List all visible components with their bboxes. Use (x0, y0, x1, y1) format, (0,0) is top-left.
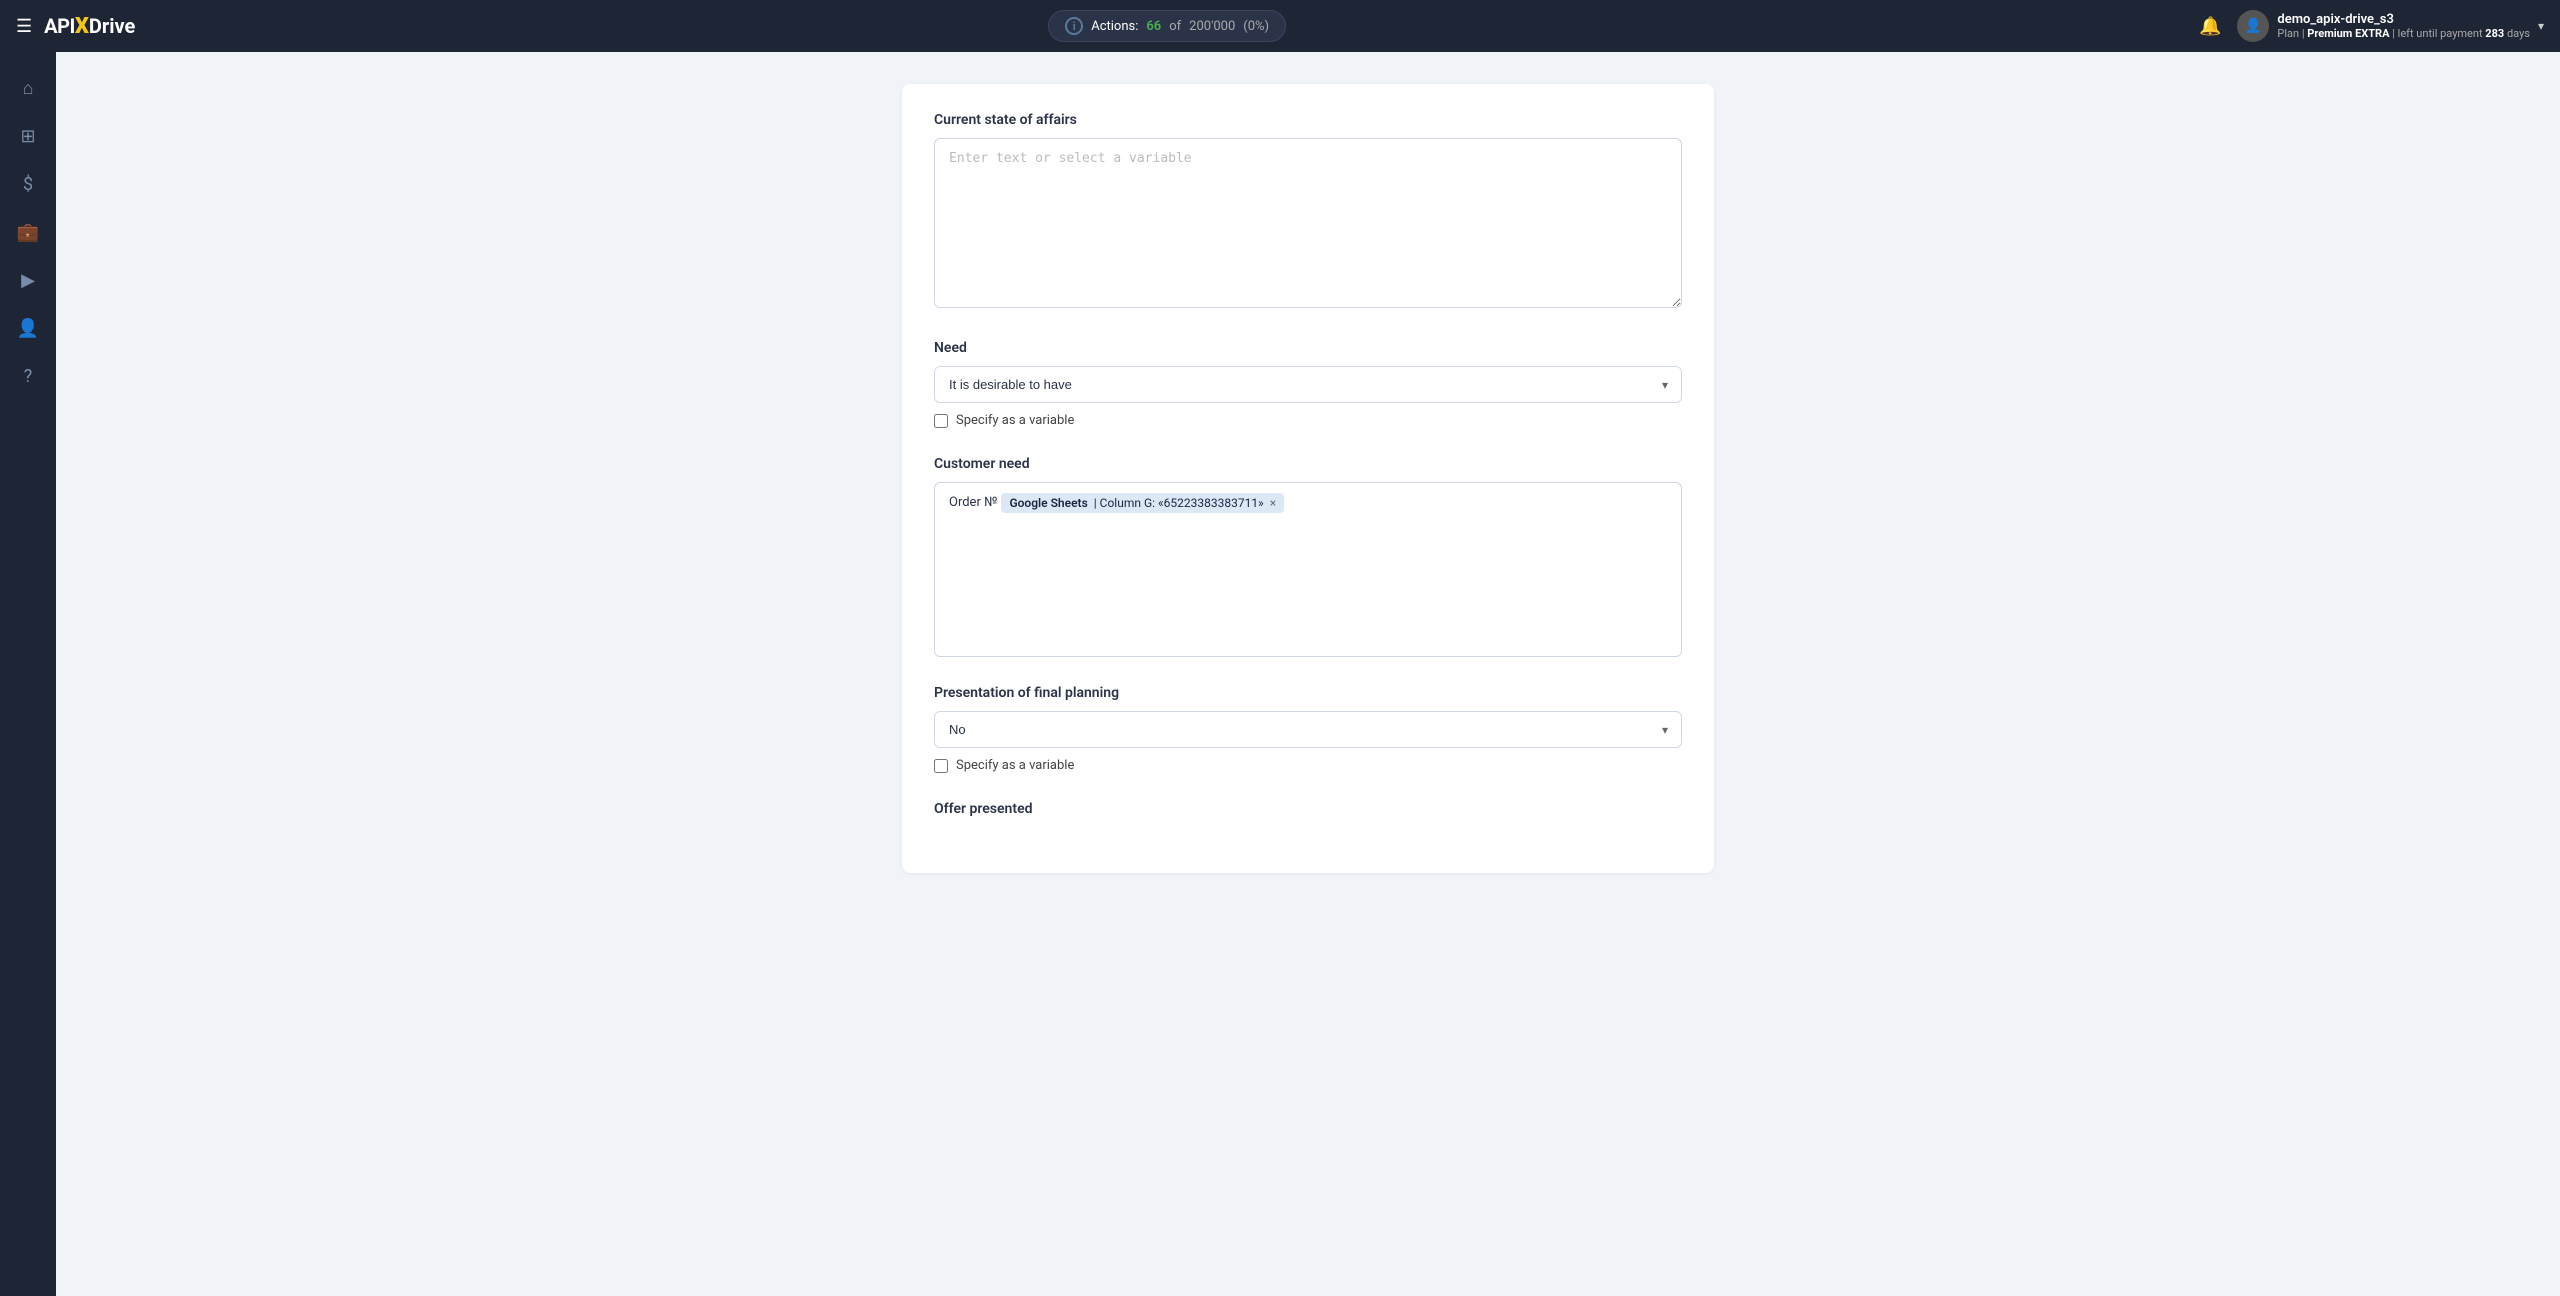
current-state-input[interactable] (934, 138, 1682, 308)
topbar-center: i Actions: 66 of 200'000 (0%) (151, 10, 2183, 42)
need-label: Need (934, 340, 1682, 356)
customer-need-label: Customer need (934, 456, 1682, 472)
need-section: Need It is desirable to have ▾ Specify a… (934, 340, 1682, 428)
offer-presented-section: Offer presented (934, 801, 1682, 817)
user-name: demo_apix-drive_s3 (2277, 12, 2530, 27)
page-content: Current state of affairs Need It is desi… (878, 52, 1738, 905)
actions-total: 200'000 (1189, 19, 1235, 34)
need-specify-checkbox[interactable] (934, 414, 948, 428)
presentation-select-wrapper: No ▾ (934, 711, 1682, 748)
offer-presented-label: Offer presented (934, 801, 1682, 817)
main-layout: ⌂ ⊞ $ 💼 ▶ 👤 ? Current state of affairs N… (0, 52, 2560, 1296)
form-panel: Current state of affairs Need It is desi… (902, 84, 1714, 873)
sidebar-item-profile[interactable]: 👤 (8, 308, 48, 348)
sidebar: ⌂ ⊞ $ 💼 ▶ 👤 ? (0, 52, 56, 1296)
tag-service-name: Google Sheets (1009, 496, 1087, 510)
logo-drive: Drive (89, 14, 135, 38)
current-state-section: Current state of affairs (934, 112, 1682, 312)
sidebar-item-home[interactable]: ⌂ (8, 68, 48, 108)
actions-label: Actions: (1091, 19, 1138, 34)
chevron-down-icon: ▾ (2538, 19, 2544, 33)
presentation-specify-label[interactable]: Specify as a variable (956, 758, 1074, 773)
user-plan: Plan | Premium EXTRA | left until paymen… (2277, 27, 2530, 40)
topbar-left: ☰ API X Drive (16, 14, 135, 39)
order-prefix-text: Order № (949, 493, 997, 513)
google-sheets-tag: Google Sheets | Column G: «6522338338371… (1001, 493, 1284, 513)
avatar: 👤 (2237, 10, 2269, 42)
sidebar-item-help[interactable]: ? (8, 356, 48, 396)
actions-count: 66 (1146, 19, 1161, 34)
customer-need-section: Customer need Order № Google Sheets | Co… (934, 456, 1682, 657)
sidebar-item-tutorials[interactable]: ▶ (8, 260, 48, 300)
logo-api: API (44, 14, 75, 38)
hamburger-icon[interactable]: ☰ (16, 16, 32, 37)
actions-percent: (0%) (1243, 19, 1269, 34)
customer-need-input[interactable]: Order № Google Sheets | Column G: «65223… (934, 482, 1682, 657)
logo-x: X (75, 14, 89, 39)
info-icon: i (1065, 17, 1083, 35)
bell-icon[interactable]: 🔔 (2199, 16, 2221, 37)
user-section[interactable]: 👤 demo_apix-drive_s3 Plan | Premium EXTR… (2237, 10, 2544, 42)
presentation-specify-row: Specify as a variable (934, 758, 1682, 773)
actions-separator: of (1169, 19, 1181, 34)
actions-badge: i Actions: 66 of 200'000 (0%) (1048, 10, 1286, 42)
sidebar-item-billing[interactable]: $ (8, 164, 48, 204)
need-select[interactable]: It is desirable to have (934, 366, 1682, 403)
user-info: demo_apix-drive_s3 Plan | Premium EXTRA … (2277, 12, 2530, 40)
need-select-wrapper: It is desirable to have ▾ (934, 366, 1682, 403)
tag-detail: | Column G: «65223383383711» (1094, 496, 1264, 510)
presentation-specify-checkbox[interactable] (934, 759, 948, 773)
presentation-section: Presentation of final planning No ▾ Spec… (934, 685, 1682, 773)
sidebar-item-dashboard[interactable]: ⊞ (8, 116, 48, 156)
sidebar-item-integrations[interactable]: 💼 (8, 212, 48, 252)
content-area: Current state of affairs Need It is desi… (56, 52, 2560, 1296)
topbar: ☰ API X Drive i Actions: 66 of 200'000 (… (0, 0, 2560, 52)
tag-close-icon[interactable]: × (1270, 497, 1276, 509)
current-state-label: Current state of affairs (934, 112, 1682, 128)
need-specify-label[interactable]: Specify as a variable (956, 413, 1074, 428)
presentation-label: Presentation of final planning (934, 685, 1682, 701)
topbar-right: 🔔 👤 demo_apix-drive_s3 Plan | Premium EX… (2199, 10, 2544, 42)
need-specify-row: Specify as a variable (934, 413, 1682, 428)
logo: API X Drive (44, 14, 135, 39)
presentation-select[interactable]: No (934, 711, 1682, 748)
